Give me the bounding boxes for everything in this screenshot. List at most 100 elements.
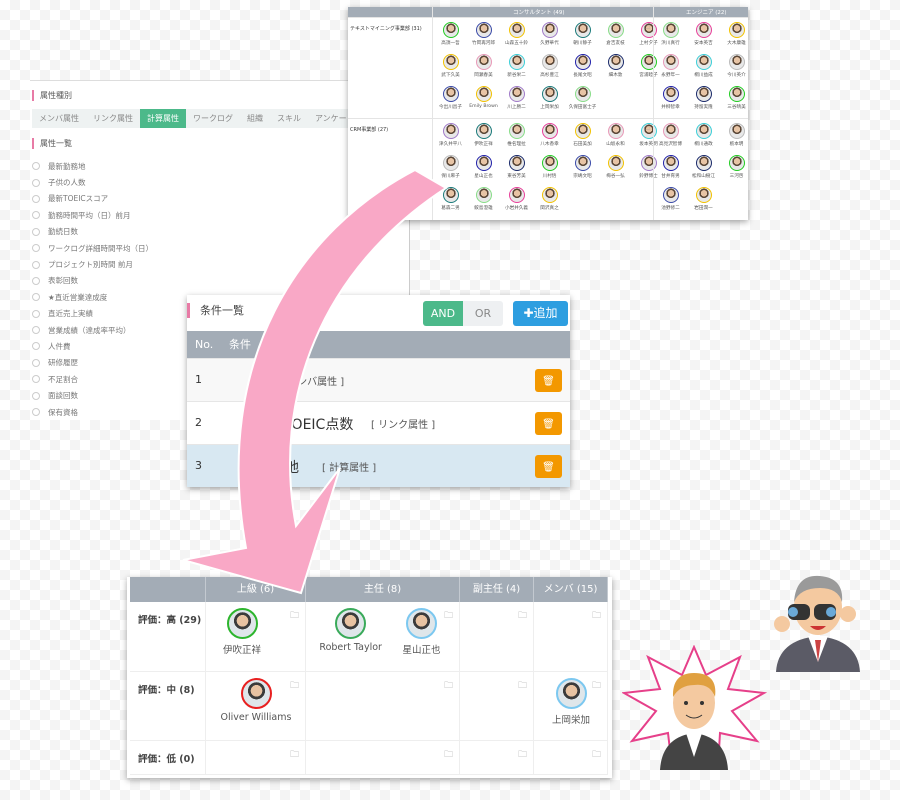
folder-icon[interactable]: 🗀: [592, 608, 601, 624]
grid-cell[interactable]: 🗀: [534, 602, 608, 672]
attribute-item[interactable]: 人件費: [32, 338, 153, 354]
radio-button[interactable]: [32, 227, 40, 236]
grid-cell[interactable]: 🗀: [306, 672, 460, 741]
member[interactable]: 葛森二男: [434, 187, 467, 219]
radio-button[interactable]: [32, 194, 40, 203]
member[interactable]: 山森五十鈴: [500, 22, 533, 54]
member[interactable]: 浜川真行: [654, 22, 687, 54]
member[interactable]: 高見沢智博: [654, 123, 687, 155]
delete-button[interactable]: 🗑: [535, 412, 562, 435]
radio-button[interactable]: [32, 276, 40, 285]
grid-cell[interactable]: 🗀: [460, 672, 534, 741]
member[interactable]: 石田美加: [566, 123, 599, 155]
folder-icon[interactable]: 🗀: [444, 747, 453, 763]
member[interactable]: 桐川通政: [687, 123, 720, 155]
member[interactable]: 津久井平八: [434, 123, 467, 155]
member[interactable]: 鮫島澄雄: [467, 187, 500, 219]
member[interactable]: 新谷栄二: [500, 54, 533, 86]
tab-attribute[interactable]: 組織: [240, 109, 270, 128]
tab-attribute[interactable]: スキル: [270, 109, 308, 128]
member[interactable]: 東谷芳美: [500, 155, 533, 187]
member[interactable]: 岩田潤一: [687, 187, 720, 219]
and-button[interactable]: AND: [423, 301, 463, 326]
grid-cell[interactable]: 🗀 Oliver Williams: [206, 672, 306, 741]
grid-cell[interactable]: 🗀: [306, 741, 460, 775]
attribute-item[interactable]: 最新TOEICスコア: [32, 191, 153, 207]
condition-row[interactable]: 3 地 [ 計算属性 ] 🗑: [187, 444, 570, 487]
grid-cell[interactable]: 🗀 上岡栄加: [534, 672, 608, 741]
member[interactable]: 伊吹正祥: [467, 123, 500, 155]
person-card[interactable]: Oliver Williams: [211, 678, 301, 723]
radio-button[interactable]: [32, 293, 40, 302]
folder-icon[interactable]: 🗀: [592, 747, 601, 763]
attribute-item[interactable]: ワークログ詳細時間平均（日）: [32, 240, 153, 256]
member[interactable]: 関沢真之: [533, 187, 566, 219]
member[interactable]: 三河啓: [720, 155, 748, 187]
radio-button[interactable]: [32, 375, 40, 384]
member[interactable]: 長尾文昭: [566, 54, 599, 86]
grid-cell[interactable]: 🗀: [460, 741, 534, 775]
member[interactable]: 梅谷一弘: [599, 155, 632, 187]
add-condition-button[interactable]: ✚追加: [513, 301, 568, 326]
radio-button[interactable]: [32, 211, 40, 220]
attribute-item[interactable]: 研修履歴: [32, 355, 153, 371]
member[interactable]: 栃本明: [720, 123, 748, 155]
member[interactable]: 川村悟: [533, 155, 566, 187]
folder-icon[interactable]: 🗀: [644, 124, 650, 134]
or-button[interactable]: OR: [463, 301, 503, 326]
member[interactable]: 八木香幸: [533, 123, 566, 155]
attribute-item[interactable]: ★直近営業達成度: [32, 289, 153, 305]
folder-icon[interactable]: 🗀: [290, 747, 299, 763]
radio-button[interactable]: [32, 391, 40, 400]
grid-cell[interactable]: 🗀: [534, 741, 608, 775]
member[interactable]: 久保田富士子: [566, 86, 599, 118]
member[interactable]: 小岩井久義: [500, 187, 533, 219]
tab-attribute[interactable]: 計算属性: [140, 109, 186, 128]
tab-attribute[interactable]: リンク属性: [86, 109, 140, 128]
attribute-item[interactable]: プロジェクト別時間 前月: [32, 256, 153, 272]
member[interactable]: 川上勝二: [500, 86, 533, 118]
delete-button[interactable]: 🗑: [535, 455, 562, 478]
person-card[interactable]: 星山正也: [377, 608, 467, 656]
member[interactable]: 池野修二: [654, 187, 687, 219]
radio-button[interactable]: [32, 244, 40, 253]
member[interactable]: 細木敦: [599, 54, 632, 86]
member[interactable]: 朝川静子: [566, 22, 599, 54]
person-card[interactable]: 上岡栄加: [526, 678, 616, 726]
member[interactable]: Emily Brown: [467, 86, 500, 118]
member[interactable]: 今川英介: [720, 54, 748, 86]
member[interactable]: 上岡栄加: [533, 86, 566, 118]
radio-button[interactable]: [32, 408, 40, 417]
member[interactable]: 保川麻子: [434, 155, 467, 187]
attribute-item[interactable]: 最新勤務地: [32, 158, 153, 174]
attribute-item[interactable]: 保有資格: [32, 404, 153, 420]
attribute-item[interactable]: 直近売上実績: [32, 306, 153, 322]
member[interactable]: 竹岡再河郎: [467, 22, 500, 54]
member[interactable]: 永野年一: [654, 54, 687, 86]
folder-icon[interactable]: 🗀: [444, 678, 453, 694]
radio-button[interactable]: [32, 358, 40, 367]
member[interactable]: 岡瀬春美: [467, 54, 500, 86]
folder-icon[interactable]: 🗀: [644, 23, 650, 33]
radio-button[interactable]: [32, 309, 40, 318]
radio-button[interactable]: [32, 162, 40, 171]
member[interactable]: 山坂永和: [599, 123, 632, 155]
member[interactable]: 桐川益成: [687, 54, 720, 86]
attribute-item[interactable]: 面談回数: [32, 387, 153, 403]
radio-button[interactable]: [32, 326, 40, 335]
member[interactable]: 倉吉友枝: [599, 22, 632, 54]
attribute-item[interactable]: 不足割合: [32, 371, 153, 387]
member[interactable]: 高杉豊江: [533, 54, 566, 86]
member[interactable]: 三谷晴美: [720, 86, 748, 118]
member[interactable]: 井柳智幸: [654, 86, 687, 118]
member[interactable]: 久野華代: [533, 22, 566, 54]
grid-cell[interactable]: 🗀 Robert Taylor 星山正也: [306, 602, 460, 672]
member[interactable]: 大木康雄: [720, 22, 748, 54]
radio-button[interactable]: [32, 342, 40, 351]
member[interactable]: 甘井育男: [654, 155, 687, 187]
member[interactable]: 宗嶋文昭: [566, 155, 599, 187]
member[interactable]: 松和山樹江: [687, 155, 720, 187]
radio-button[interactable]: [32, 178, 40, 187]
person-card[interactable]: 伊吹正祥: [197, 608, 287, 656]
folder-icon[interactable]: 🗀: [518, 608, 527, 624]
